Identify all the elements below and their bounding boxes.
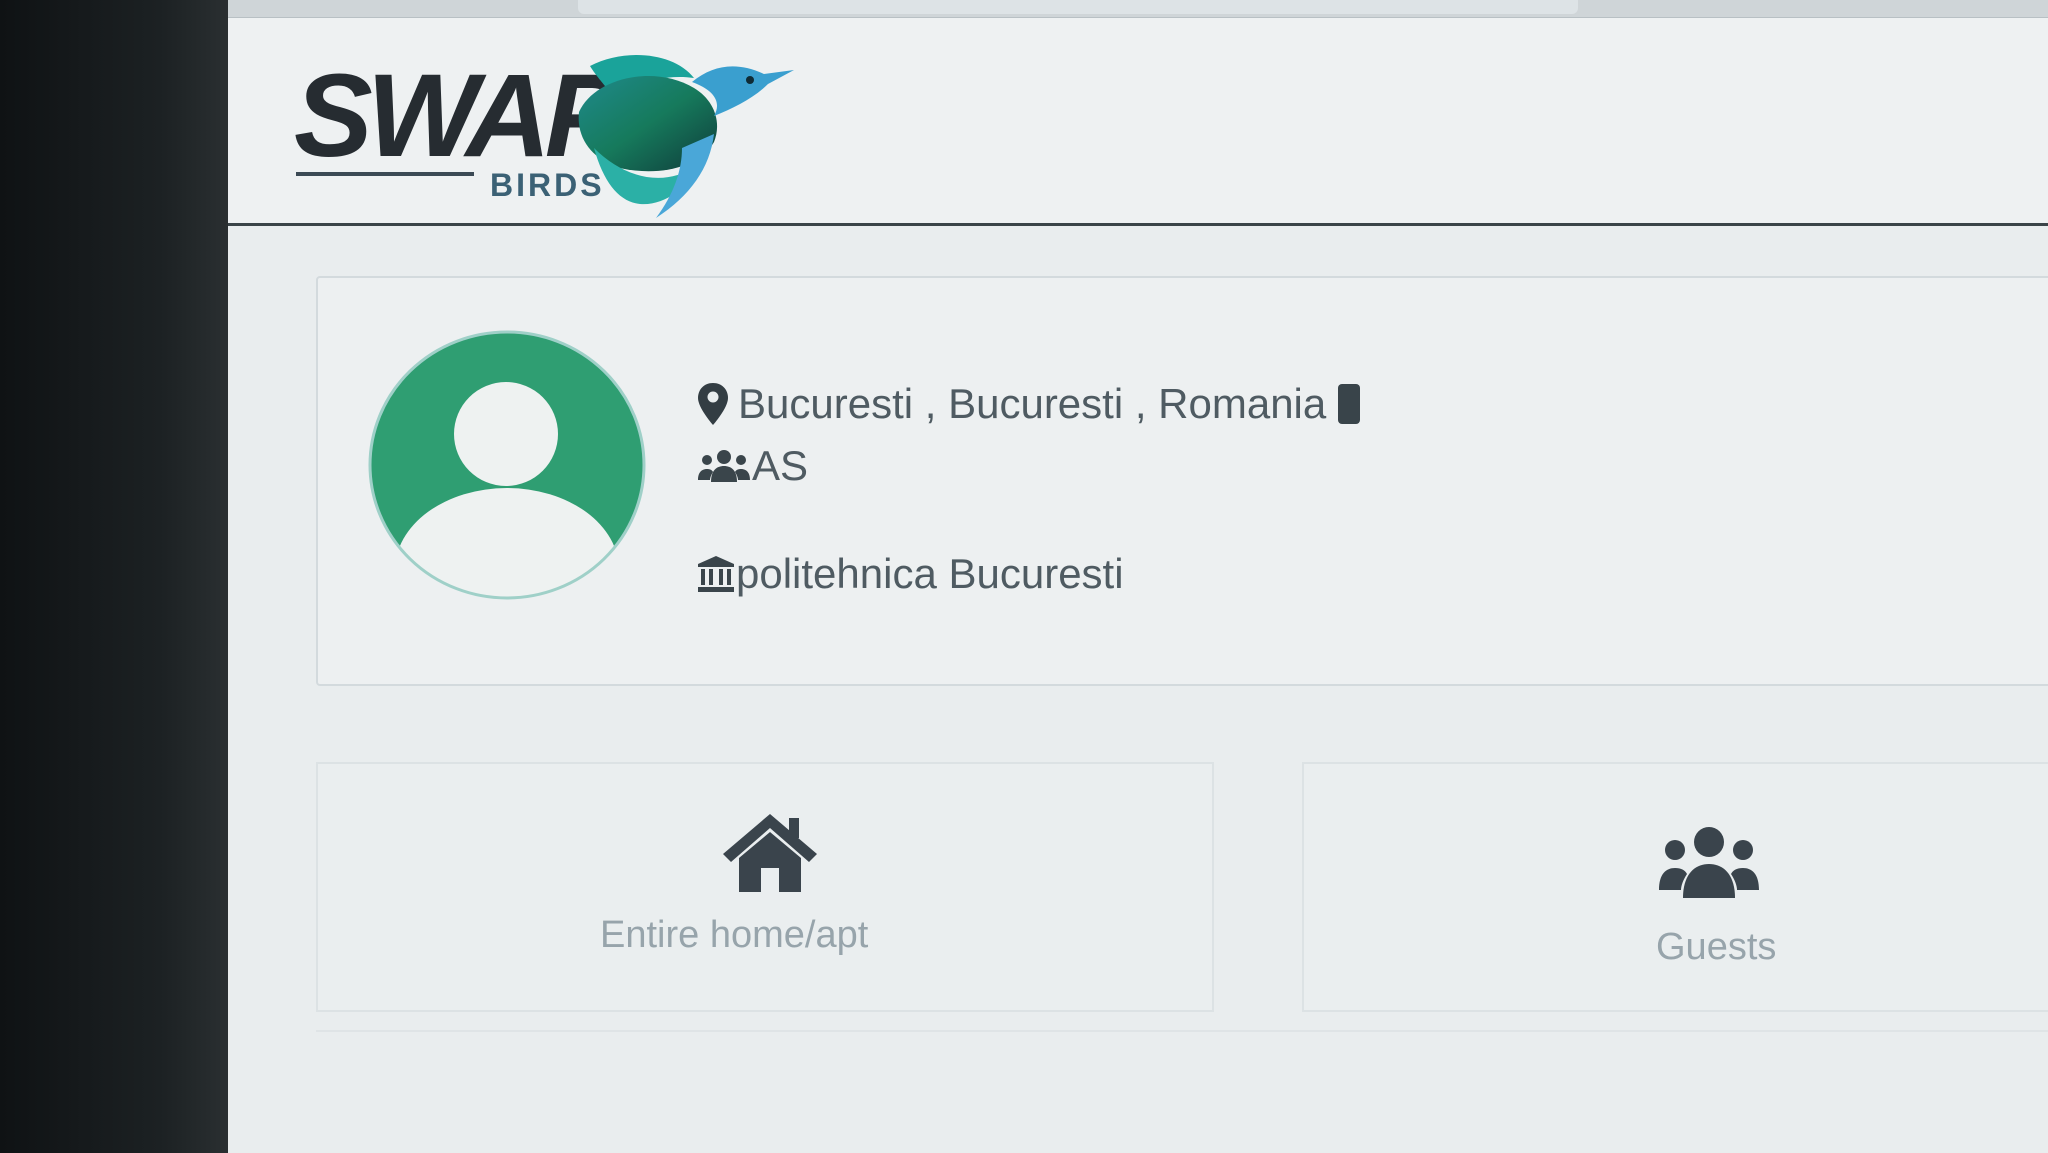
phone-icon[interactable] [1338, 384, 1361, 424]
swap-birds-logo[interactable]: SWAP BIRDS [294, 38, 854, 238]
map-pin-icon [698, 383, 728, 425]
home-icon [723, 814, 817, 892]
guests-card[interactable]: Guests [1302, 762, 2048, 1012]
group-row: AS [698, 442, 808, 490]
hummingbird-icon [578, 54, 794, 218]
listing-type-label: Entire home/apt [600, 914, 869, 956]
university-text: politehnica Bucuresti [736, 550, 1124, 597]
group-text: AS [752, 442, 809, 489]
guests-icon [1659, 827, 1759, 898]
monitor-bezel [0, 0, 228, 1153]
guests-label: Guests [1656, 926, 1777, 968]
location-row: Bucuresti , Bucuresti , Romania [698, 380, 1361, 428]
logo-wordmark: SWAP [294, 50, 624, 182]
university-row: politehnica Bucuresti [698, 550, 1124, 598]
listing-type-card[interactable]: Entire home/apt [316, 762, 1214, 1012]
user-avatar-icon[interactable] [368, 330, 646, 600]
active-browser-tab[interactable] [578, 0, 1578, 14]
site-header: SWAP BIRDS [228, 18, 2048, 226]
section-divider [316, 1030, 2048, 1032]
location-text: Bucuresti , Bucuresti , Romania [738, 380, 1327, 427]
browser-viewport: SWAP BIRDS Bucuresti , Bucuresti , Roman… [228, 0, 2048, 1153]
users-icon [698, 450, 750, 482]
logo-subtitle: BIRDS [490, 167, 605, 203]
institution-icon [698, 556, 734, 592]
browser-tab-strip [228, 0, 2048, 18]
